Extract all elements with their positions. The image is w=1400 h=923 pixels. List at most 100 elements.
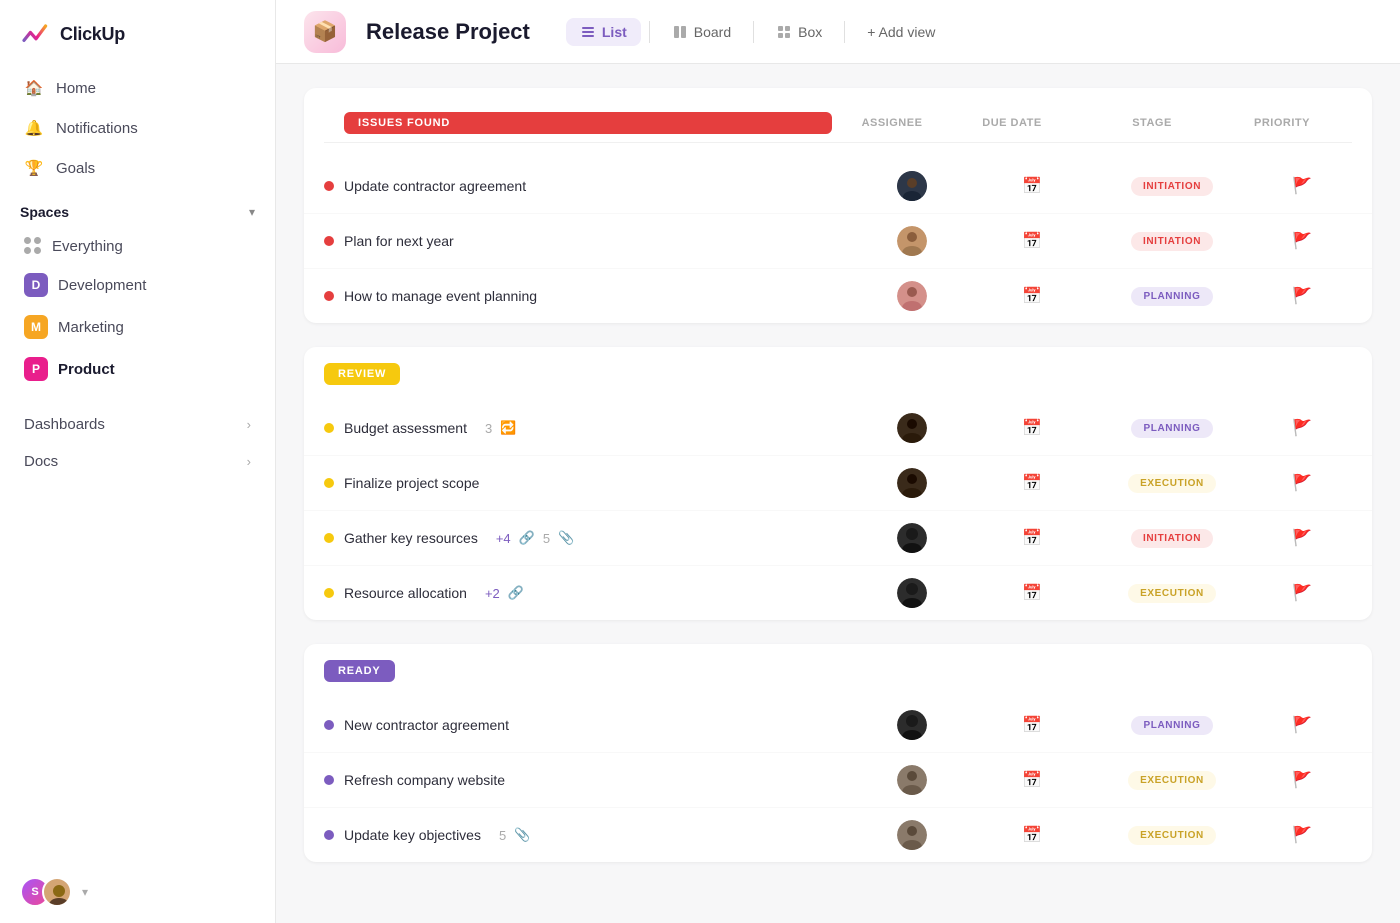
user-dropdown-icon[interactable]: ▾ <box>82 885 88 899</box>
calendar-icon: 📅 <box>1022 715 1042 735</box>
sidebar-item-development[interactable]: D Development <box>4 264 271 306</box>
calendar-icon: 📅 <box>1022 231 1042 251</box>
trophy-icon: 🏆 <box>24 158 44 178</box>
avatar <box>897 413 927 443</box>
task-dot-purple <box>324 775 334 785</box>
task-name-cell: Gather key resources +4 🔗 5 📎 <box>324 530 852 546</box>
sidebar-item-goals[interactable]: 🏆 Goals <box>12 148 263 188</box>
task-attachment-count: 5 <box>499 828 506 843</box>
avatar-face-icon <box>897 710 927 740</box>
sidebar-item-home[interactable]: 🏠 Home <box>12 68 263 108</box>
marketing-badge: M <box>24 315 48 339</box>
priority-cell: 🚩 <box>1252 231 1352 251</box>
bottom-nav: Dashboards › Docs › <box>0 406 275 480</box>
priority-cell: 🚩 <box>1252 286 1352 306</box>
stage-badge: PLANNING <box>1131 419 1212 438</box>
sidebar-item-everything[interactable]: Everything <box>4 228 271 264</box>
avatar <box>897 226 927 256</box>
sidebar-item-dashboards[interactable]: Dashboards › <box>12 406 263 443</box>
task-dot-red <box>324 181 334 191</box>
table-row[interactable]: Update contractor agreement 📅 IN <box>304 159 1372 214</box>
priority-cell: 🚩 <box>1252 583 1352 603</box>
table-row[interactable]: Update key objectives 5 📎 <box>304 808 1372 862</box>
table-row[interactable]: Resource allocation +2 🔗 <box>304 566 1372 620</box>
task-extra: +2 <box>485 586 500 601</box>
stage-badge: EXECUTION <box>1128 771 1216 790</box>
priority-cell: 🚩 <box>1252 770 1352 790</box>
tab-divider-3 <box>844 21 845 43</box>
attachment-icon: 📎 <box>514 827 530 843</box>
assignee-cell <box>852 710 972 740</box>
col-priority: PRIORITY <box>1232 117 1332 129</box>
tab-box-label: Box <box>798 24 822 40</box>
stage-cell: EXECUTION <box>1092 584 1252 603</box>
table-row[interactable]: Finalize project scope 📅 EXECUTI <box>304 456 1372 511</box>
priority-cell: 🚩 <box>1252 715 1352 735</box>
assignee-cell <box>852 281 972 311</box>
add-view-button[interactable]: + Add view <box>853 18 949 46</box>
stage-badge: EXECUTION <box>1128 826 1216 845</box>
flag-icon: 🚩 <box>1292 473 1312 493</box>
project-title: Release Project <box>366 19 530 45</box>
spaces-section-header: Spaces ▾ <box>0 188 275 228</box>
sidebar-item-docs[interactable]: Docs › <box>12 443 263 480</box>
table-row[interactable]: How to manage event planning 📅 P <box>304 269 1372 323</box>
project-icon: 📦 <box>304 11 346 53</box>
content-area: ISSUES FOUND ASSIGNEE DUE DATE STAGE PRI… <box>276 64 1400 923</box>
task-name: Plan for next year <box>344 233 454 249</box>
chevron-down-icon[interactable]: ▾ <box>249 205 255 219</box>
assignee-cell <box>852 226 972 256</box>
sidebar-item-notifications[interactable]: 🔔 Notifications <box>12 108 263 148</box>
tab-box[interactable]: Box <box>762 18 836 46</box>
stage-cell: INITIATION <box>1092 177 1252 196</box>
tab-board[interactable]: Board <box>658 18 745 46</box>
logo-area[interactable]: ClickUp <box>0 0 275 68</box>
attachment-icon: 📎 <box>558 530 574 546</box>
tab-divider-1 <box>649 21 650 43</box>
avatar-user <box>42 877 72 907</box>
table-row[interactable]: Refresh company website 📅 EXECUT <box>304 753 1372 808</box>
table-row[interactable]: New contractor agreement 📅 PLANN <box>304 698 1372 753</box>
assignee-cell <box>852 820 972 850</box>
avatar-face-icon <box>897 226 927 256</box>
link-icon: 🔗 <box>508 585 524 601</box>
stage-cell: PLANNING <box>1092 287 1252 306</box>
priority-cell: 🚩 <box>1252 528 1352 548</box>
avatar-face-icon <box>897 523 927 553</box>
task-name-cell: How to manage event planning <box>324 288 852 304</box>
table-row[interactable]: Plan for next year 📅 INITIATION <box>304 214 1372 269</box>
table-row[interactable]: Gather key resources +4 🔗 5 📎 <box>304 511 1372 566</box>
user-avatars[interactable]: S <box>20 877 72 907</box>
stage-badge: EXECUTION <box>1128 584 1216 603</box>
dashboards-label: Dashboards <box>24 416 105 433</box>
group-review-badge: REVIEW <box>324 363 400 385</box>
sidebar-footer: S ▾ <box>0 861 275 923</box>
group-review-header: REVIEW <box>304 347 1372 401</box>
sidebar-item-product[interactable]: P Product <box>4 348 271 390</box>
grid-icon <box>24 237 42 255</box>
flag-icon: 🚩 <box>1292 583 1312 603</box>
clickup-logo-icon <box>20 18 52 50</box>
task-name: Refresh company website <box>344 772 505 788</box>
calendar-icon: 📅 <box>1022 825 1042 845</box>
sidebar-item-marketing[interactable]: M Marketing <box>4 306 271 348</box>
task-name: New contractor agreement <box>344 717 509 733</box>
avatar-face-icon <box>897 468 927 498</box>
docs-arrow-icon: › <box>247 454 251 469</box>
date-cell: 📅 <box>972 770 1092 790</box>
avatar <box>897 281 927 311</box>
marketing-label: Marketing <box>58 319 124 336</box>
avatar <box>897 171 927 201</box>
task-meta: 3 🔁 <box>485 420 516 436</box>
group-ready-badge: READY <box>324 660 395 682</box>
tab-list[interactable]: List <box>566 18 641 46</box>
flag-icon: 🚩 <box>1292 528 1312 548</box>
date-cell: 📅 <box>972 286 1092 306</box>
calendar-icon: 📅 <box>1022 286 1042 306</box>
task-name: Update contractor agreement <box>344 178 526 194</box>
priority-cell: 🚩 <box>1252 418 1352 438</box>
stage-badge: EXECUTION <box>1128 474 1216 493</box>
table-row[interactable]: Budget assessment 3 🔁 <box>304 401 1372 456</box>
task-name-cell: Plan for next year <box>324 233 852 249</box>
product-badge: P <box>24 357 48 381</box>
